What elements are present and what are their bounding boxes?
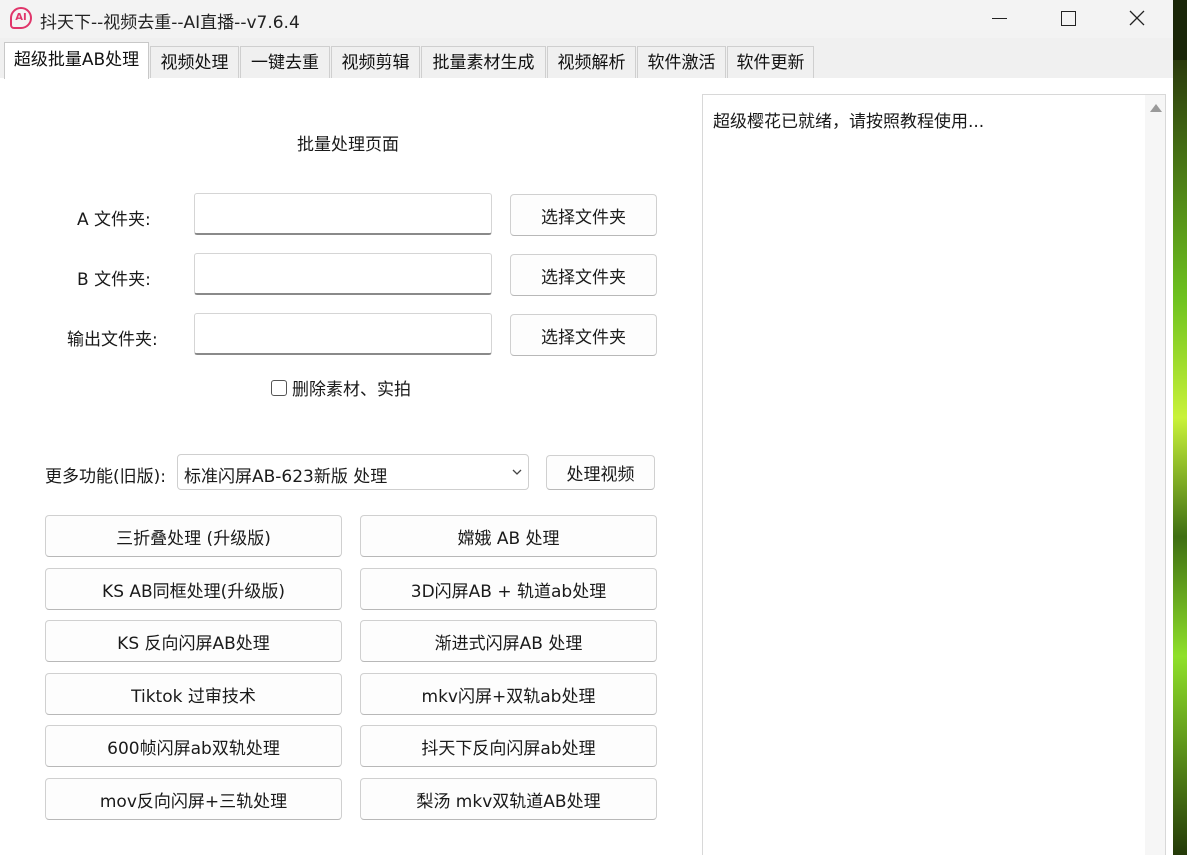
action-button-mkv-flash[interactable]: mkv闪屏+双轨ab处理	[360, 673, 657, 715]
tab-bar: 超级批量AB处理 视频处理 一键去重 视频剪辑 批量素材生成 视频解析 软件激活…	[0, 42, 1173, 79]
folder-a-input[interactable]	[194, 193, 492, 235]
action-button-600fps[interactable]: 600帧闪屏ab双轨处理	[45, 725, 342, 767]
process-video-button[interactable]: 处理视频	[546, 455, 655, 490]
scroll-up-icon[interactable]	[1150, 104, 1162, 112]
log-text: 超级樱花已就绪，请按照教程使用...	[713, 112, 985, 132]
tab-one-click-dedup[interactable]: 一键去重	[240, 46, 330, 78]
mode-select-value: 标准闪屏AB-623新版 处理	[184, 467, 388, 487]
action-button-mov-reverse[interactable]: mov反向闪屏+三轨处理	[45, 778, 342, 820]
action-button-tiktok[interactable]: Tiktok 过审技术	[45, 673, 342, 715]
folder-b-browse-button[interactable]: 选择文件夹	[510, 254, 657, 296]
tab-video-parse[interactable]: 视频解析	[547, 46, 636, 78]
output-folder-browse-button[interactable]: 选择文件夹	[510, 314, 657, 356]
action-button-ks-reverse-flash[interactable]: KS 反向闪屏AB处理	[45, 620, 342, 662]
tab-batch-ab[interactable]: 超级批量AB处理	[4, 42, 149, 79]
title-bar: AI 抖天下--视频去重--AI直播--v7.6.4	[0, 0, 1173, 38]
log-output[interactable]: 超级樱花已就绪，请按照教程使用...	[702, 94, 1166, 855]
mode-select[interactable]: 标准闪屏AB-623新版 处理	[177, 454, 529, 490]
close-icon	[1129, 10, 1145, 26]
action-button-ks-ab-same-frame[interactable]: KS AB同框处理(升级版)	[45, 568, 342, 610]
minimize-button[interactable]	[976, 0, 1022, 36]
log-scrollbar[interactable]	[1145, 95, 1165, 855]
action-button-reverse-flash[interactable]: 抖天下反向闪屏ab处理	[360, 725, 657, 767]
tab-update[interactable]: 软件更新	[727, 46, 814, 78]
chevron-down-icon	[512, 469, 522, 475]
more-functions-label: 更多功能(旧版):	[45, 467, 166, 487]
folder-b-label: B 文件夹:	[77, 270, 151, 290]
batch-ab-panel: 批量处理页面 A 文件夹: 选择文件夹 B 文件夹: 选择文件夹 输出文件夹: …	[0, 78, 1173, 855]
folder-a-label: A 文件夹:	[77, 210, 151, 230]
output-folder-label: 输出文件夹:	[67, 330, 158, 350]
window-title: 抖天下--视频去重--AI直播--v7.6.4	[40, 13, 300, 33]
delete-material-checkbox[interactable]	[271, 379, 287, 396]
folder-a-browse-button[interactable]: 选择文件夹	[510, 194, 657, 236]
folder-b-input[interactable]	[194, 253, 492, 295]
tab-video-process[interactable]: 视频处理	[150, 46, 239, 78]
tab-activation[interactable]: 软件激活	[637, 46, 726, 78]
action-button-change-ab[interactable]: 嫦娥 AB 处理	[360, 515, 657, 557]
minimize-icon	[991, 17, 1007, 19]
page-heading: 批量处理页面	[297, 135, 399, 155]
action-button-3d-flash-ab[interactable]: 3D闪屏AB + 轨道ab处理	[360, 568, 657, 610]
action-button-progressive-flash[interactable]: 渐进式闪屏AB 处理	[360, 620, 657, 662]
app-logo-icon: AI	[10, 7, 32, 29]
maximize-button[interactable]	[1045, 0, 1091, 36]
action-button-tri-fold[interactable]: 三折叠处理 (升级版)	[45, 515, 342, 557]
delete-material-option[interactable]: 删除素材、实拍	[271, 375, 411, 400]
delete-material-label: 删除素材、实拍	[292, 380, 411, 400]
tab-video-edit[interactable]: 视频剪辑	[331, 46, 420, 78]
action-button-litang-mkv[interactable]: 梨汤 mkv双轨道AB处理	[360, 778, 657, 820]
maximize-icon	[1060, 10, 1076, 26]
close-button[interactable]	[1114, 0, 1160, 36]
output-folder-input[interactable]	[194, 313, 492, 355]
tab-batch-material[interactable]: 批量素材生成	[421, 46, 546, 78]
app-window: AI 抖天下--视频去重--AI直播--v7.6.4 超级批量AB处理 视频处理…	[0, 0, 1173, 855]
